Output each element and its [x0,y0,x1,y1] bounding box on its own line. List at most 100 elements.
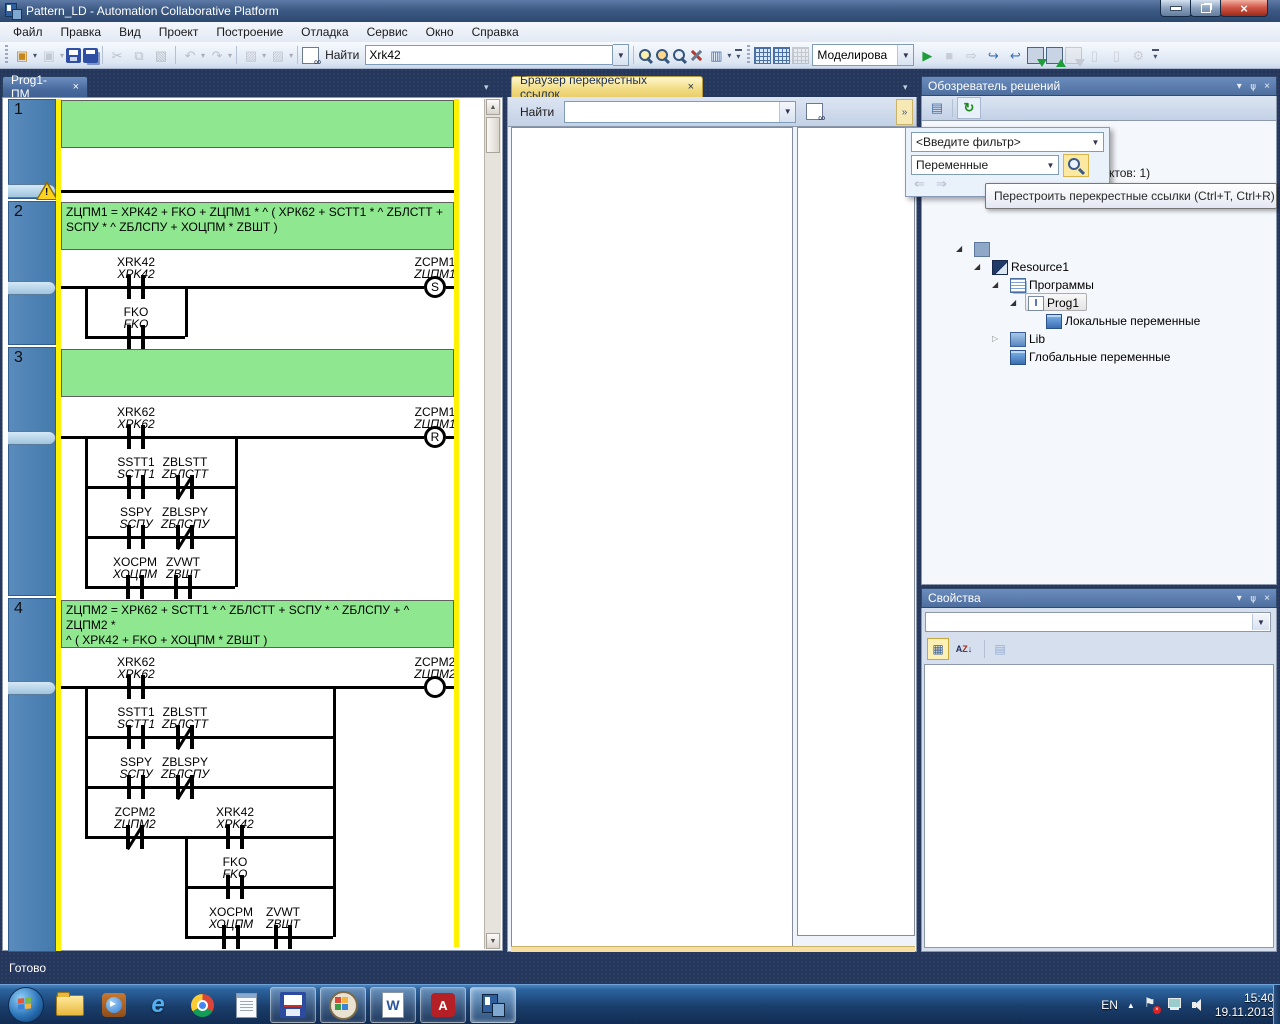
close-panel-icon[interactable]: × [1264,593,1270,604]
combo-arrow-icon[interactable]: ▼ [897,45,913,65]
toolbar-grip[interactable] [747,45,750,65]
crossref-detail-area[interactable] [797,127,915,936]
tree-item-lib[interactable] [922,331,1276,349]
taskbar-floppy-app[interactable] [270,987,316,1023]
rung-gutter[interactable]: 4 [8,598,56,952]
find-in-files-button[interactable] [638,44,653,66]
tree-item-локальные-переменные[interactable] [922,313,1276,331]
start-orb-icon[interactable] [8,987,44,1023]
volume-icon[interactable] [1192,998,1206,1012]
step-into-button[interactable]: ↪ [983,44,1003,66]
crossref-list-area[interactable] [511,127,793,950]
menu-item-2[interactable]: Правка [52,23,111,41]
tab-cross-reference[interactable]: Браузер перекрестных ссылок × [511,76,703,97]
toolbar-grip[interactable] [5,45,8,65]
find-input[interactable] [365,45,613,65]
network-icon[interactable] [1167,998,1183,1012]
tree-item-глобальные-переменные[interactable] [922,349,1276,367]
rung-gutter[interactable]: 2 [8,201,56,345]
taskbar-acrobat[interactable]: A [420,987,466,1023]
rung-comment[interactable]: ZЦПМ1 = ХРК42 + FKO + ZЦПМ1 * ^ ( ХРК62 … [61,202,454,250]
taskbar-media-player[interactable] [94,988,134,1022]
properties-object-combobox[interactable]: ▼ [925,612,1271,632]
alphabetical-sort-icon[interactable]: AZ↓ [953,638,975,660]
scroll-up-icon[interactable]: ▲ [486,99,500,115]
language-indicator[interactable]: EN [1101,998,1118,1012]
cross-tabstrip-dropdown-icon[interactable]: ▾ [903,82,908,93]
taskbar-word[interactable]: W [370,987,416,1023]
menu-item-3[interactable]: Вид [110,23,150,41]
menu-item-6[interactable]: Отладка [292,23,357,41]
tab-cross-reference-close-icon[interactable]: × [688,81,694,93]
auto-hide-pin-icon[interactable]: ⋔ [1249,81,1257,92]
menu-item-8[interactable]: Окно [417,23,463,41]
restore-button[interactable] [1190,0,1222,17]
menu-item-9[interactable]: Справка [463,23,528,41]
upload-from-target-button[interactable] [1046,44,1063,66]
taskbar-internet-explorer[interactable]: e [138,988,178,1022]
tree-item-resource1[interactable] [922,259,1276,277]
rung-gutter[interactable]: 3 [8,347,56,596]
scroll-thumb[interactable] [486,117,500,153]
tree-item-программы[interactable] [922,277,1276,295]
refresh-icon[interactable]: ↻ [957,97,981,119]
properties-grid[interactable] [924,664,1274,948]
combo-arrow-icon[interactable]: ▼ [1088,133,1103,151]
menu-item-7[interactable]: Сервис [358,23,417,41]
taskbar-notepad[interactable] [226,988,266,1022]
window-list-button[interactable]: ▥▾ [706,44,731,66]
clock[interactable]: 15:40 19.11.2013 [1215,991,1274,1019]
dropdown-arrow-icon[interactable]: ▾ [727,51,731,60]
filter-search-button[interactable] [1063,154,1089,177]
external-tools-button[interactable] [689,44,704,66]
minimize-button[interactable] [1160,0,1192,17]
build-cross-references-button[interactable] [754,44,771,66]
ladder-vertical-scrollbar[interactable]: ▲ ▼ [484,99,501,949]
action-center-icon[interactable]: × [1144,997,1158,1013]
taskbar-color-app[interactable] [320,987,366,1023]
scroll-down-icon[interactable]: ▼ [486,933,500,949]
taskbar-windows-explorer[interactable] [50,988,90,1022]
rung-comment[interactable]: ZЦПМ2 = ХРК62 + SСТТ1 * ^ ZБЛСТТ + SСПУ … [61,600,454,648]
dropdown-arrow-icon[interactable]: ▾ [33,51,37,60]
combo-arrow-icon[interactable]: ▼ [779,102,795,122]
show-desktop-button[interactable] [1273,985,1280,1024]
crossref-find-combobox[interactable]: ▼ [564,101,796,123]
close-button[interactable]: × [1220,0,1268,17]
properties-caption[interactable]: Свойства ▾ ⋔ × [921,588,1277,608]
build-crossref-table-icon[interactable] [806,103,823,120]
close-panel-icon[interactable]: × [1264,81,1270,92]
properties-window-icon[interactable]: ▤ [926,98,948,118]
hidden-icons-icon[interactable]: ▲ [1127,1001,1135,1010]
filter-type-combobox[interactable]: Переменные ▼ [911,155,1059,175]
step-out-button[interactable]: ↩ [1005,44,1025,66]
categorized-view-icon[interactable]: ▦ [927,638,949,660]
menu-item-4[interactable]: Проект [150,23,208,41]
rung-comment[interactable] [61,100,454,148]
menu-item-1[interactable]: Файл [4,23,52,41]
tree-item-prog1[interactable] [922,295,1276,313]
rebuild-button[interactable] [773,44,790,66]
rung-comment[interactable] [61,349,454,397]
save-all-button[interactable] [83,44,98,66]
rung-handle[interactable] [8,681,56,695]
find-symbol-button[interactable] [302,44,319,66]
toolbar-overflow-icon[interactable]: » [896,99,913,125]
auto-hide-pin-icon[interactable]: ⋔ [1249,593,1257,604]
taskbar-chrome[interactable] [182,988,222,1022]
combo-arrow-icon[interactable]: ▼ [1252,614,1269,630]
quick-find-button[interactable] [655,44,670,66]
taskbar-start-button[interactable] [6,988,46,1022]
start-debug-button[interactable]: ▶ [917,44,937,66]
menu-item-5[interactable]: Построение [207,23,292,41]
solution-explorer-caption[interactable]: Обозреватель решений ▾ ⋔ × [921,76,1277,96]
rung-handle[interactable] [8,431,56,445]
find-history-icon[interactable]: ▼ [613,44,629,66]
window-position-icon[interactable]: ▾ [1237,81,1242,92]
toolbar-overflow-icon[interactable]: ▾ [1149,45,1161,65]
new-project-button[interactable]: ▣▾ [12,44,37,66]
toolbar-overflow-icon[interactable]: ▾ [732,45,744,65]
find-replace-button[interactable] [672,44,687,66]
save-button[interactable] [66,44,81,66]
window-position-icon[interactable]: ▾ [1237,593,1242,604]
